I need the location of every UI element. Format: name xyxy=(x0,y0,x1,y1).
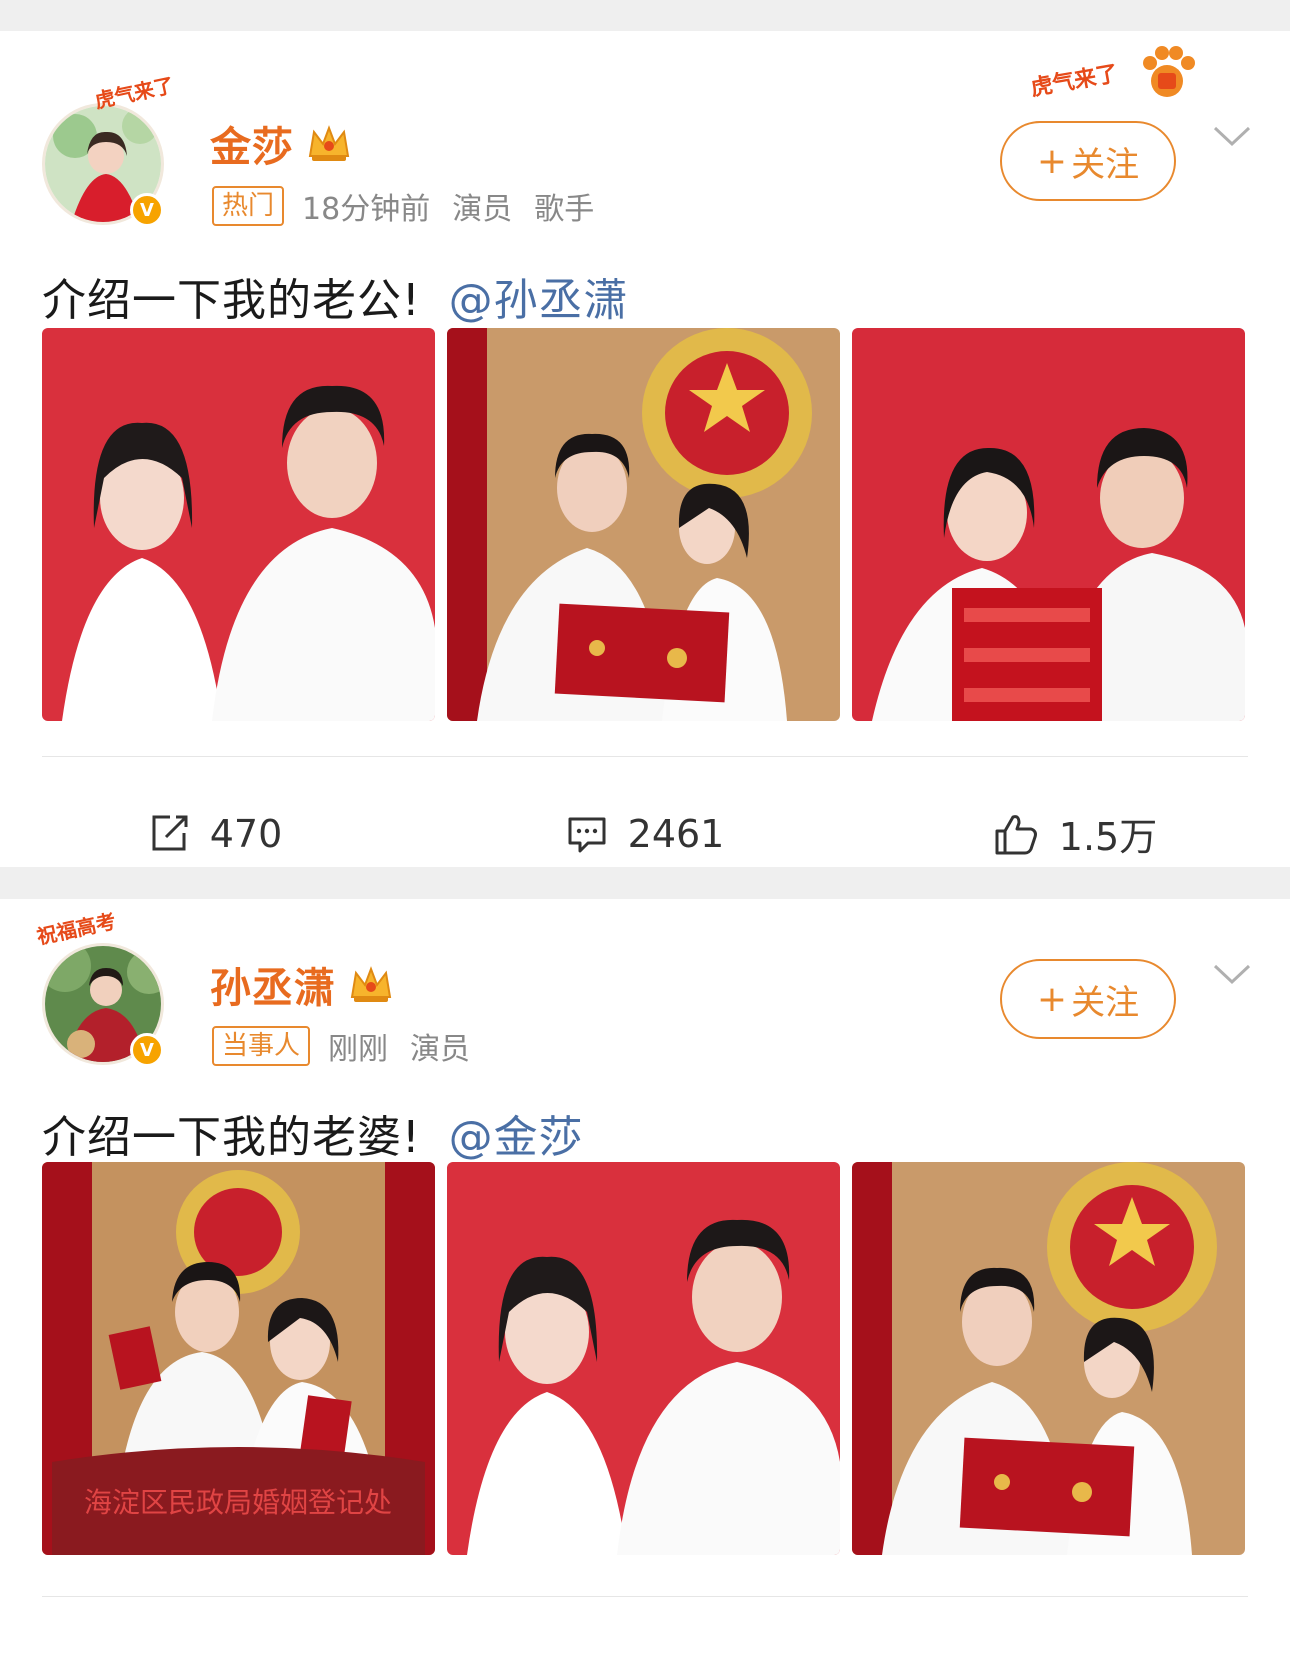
mention-link[interactable]: @金莎 xyxy=(449,1112,584,1163)
mention-link[interactable]: @孙丞潇 xyxy=(449,275,629,326)
post-card: 虎气来了 V 金莎 热门 18分钟前 演员 歌手 虎气来了 + 关注 介绍一下我… xyxy=(0,31,1290,867)
role-label: 演员 xyxy=(452,192,513,227)
role-label: 演员 xyxy=(410,1032,471,1067)
photo-thumbnail[interactable] xyxy=(852,1162,1245,1555)
follow-label: 关注 xyxy=(1071,982,1140,1023)
photo-thumbnail[interactable]: 海淀区民政局婚姻登记处 xyxy=(42,1162,435,1555)
sticker-text: 虎气来了 xyxy=(1028,61,1120,102)
hot-tag: 热门 xyxy=(212,186,285,226)
post-text: 介绍一下我的老婆! @金莎 xyxy=(42,1101,584,1165)
comment-icon xyxy=(568,817,606,852)
username[interactable]: 孙丞潇 xyxy=(210,954,336,1014)
follow-button[interactable]: + 关注 xyxy=(1000,121,1176,201)
crown-icon xyxy=(350,966,392,1002)
divider xyxy=(42,1596,1248,1597)
photo-thumbnail[interactable] xyxy=(852,328,1245,721)
share-count: 470 xyxy=(209,811,283,856)
desk-sign-text: 海淀区民政局婚姻登记处 xyxy=(84,1486,392,1519)
chevron-down-icon[interactable] xyxy=(1212,123,1252,149)
avatar[interactable]: 虎气来了 V xyxy=(36,69,176,227)
post-text: 介绍一下我的老公! @孙丞潇 xyxy=(42,264,629,328)
photo-thumbnail[interactable] xyxy=(447,1162,840,1555)
photo-thumbnail[interactable] xyxy=(42,328,435,721)
meta-row: 当事人 刚刚 演员 xyxy=(212,1024,492,1068)
photo-thumbnail[interactable] xyxy=(447,328,840,721)
username-row: 金莎 xyxy=(210,113,352,173)
photo-gallery xyxy=(42,328,1245,721)
divider xyxy=(42,756,1248,757)
post-body: 介绍一下我的老公! xyxy=(42,275,421,326)
chevron-down-icon[interactable] xyxy=(1212,961,1252,987)
meta-row: 热门 18分钟前 演员 歌手 xyxy=(212,184,616,228)
like-button[interactable]: 1.5万 xyxy=(860,806,1290,861)
comment-button[interactable]: 2461 xyxy=(430,806,860,861)
weibo-feed: 虎气来了 V 金莎 热门 18分钟前 演员 歌手 虎气来了 + 关注 介绍一下我… xyxy=(0,0,1290,1659)
post-card: 祝福高考 V 孙丞潇 当事人 刚刚 演员 + 关注 介绍一下我的老婆! @金莎 xyxy=(0,899,1290,1659)
action-bar: 470 2461 1.5万 xyxy=(0,806,1290,861)
share-icon xyxy=(152,815,188,850)
crown-icon xyxy=(308,125,350,161)
feed-gap xyxy=(0,0,1290,31)
like-icon xyxy=(995,814,1037,854)
verified-icon: V xyxy=(130,193,164,227)
username[interactable]: 金莎 xyxy=(210,113,294,173)
avatar-badge: 虎气来了 xyxy=(92,72,176,114)
plus-icon: + xyxy=(1036,140,1068,182)
verified-icon: V xyxy=(130,1033,164,1067)
feed-gap xyxy=(0,867,1290,899)
tiger-sticker: 虎气来了 xyxy=(1028,41,1200,121)
post-body: 介绍一下我的老婆! xyxy=(42,1112,421,1163)
avatar[interactable]: 祝福高考 V xyxy=(35,909,176,1067)
plus-icon: + xyxy=(1036,978,1068,1020)
post-time: 18分钟前 xyxy=(302,192,431,227)
photo-gallery: 海淀区民政局婚姻登记处 xyxy=(42,1162,1245,1555)
post-time: 刚刚 xyxy=(328,1032,389,1067)
party-tag: 当事人 xyxy=(212,1026,311,1066)
share-button[interactable]: 470 xyxy=(0,806,430,861)
comment-count: 2461 xyxy=(627,811,725,856)
role-label: 歌手 xyxy=(534,192,595,227)
follow-label: 关注 xyxy=(1071,144,1140,185)
like-count: 1.5万 xyxy=(1058,815,1158,859)
username-row: 孙丞潇 xyxy=(210,954,394,1014)
follow-button[interactable]: + 关注 xyxy=(1000,959,1176,1039)
paw-icon xyxy=(1143,46,1195,97)
